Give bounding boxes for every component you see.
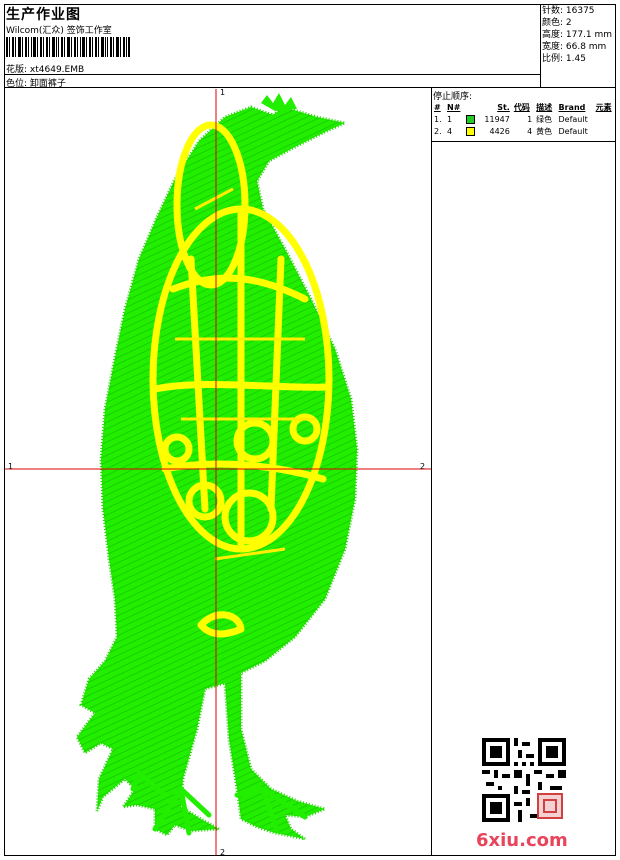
stop-sequence-table: # N# St. 代码 描述 Brand 元素 1. 1 11947 1 绿色 … [432, 101, 616, 137]
col-swatch [464, 101, 479, 113]
table-row: 1. 1 11947 1 绿色 Default [432, 113, 616, 125]
header-divider [4, 87, 616, 88]
col-needle: N# [447, 102, 461, 112]
row-needle: 4 [447, 126, 453, 136]
row-stitches: 4426 [489, 126, 510, 136]
pattern-value: xt4649.EMB [29, 65, 85, 75]
row-element [594, 125, 616, 137]
col-brand: Brand [558, 102, 586, 112]
colorway-row: 色位: 卸面裤子 [6, 76, 66, 89]
col-description: 描述 [536, 102, 553, 112]
row-index: 2. [434, 126, 442, 136]
pattern-divider [4, 74, 540, 75]
row-stitches: 11947 [484, 114, 510, 124]
stop-table-bottom [431, 141, 616, 142]
bird-crest [261, 93, 297, 111]
row-element [594, 113, 616, 125]
col-index: # [434, 102, 441, 112]
color-swatch [466, 126, 476, 136]
color-swatch [466, 114, 476, 124]
design-divider [431, 87, 432, 856]
axis-label-right: 2 [420, 462, 426, 471]
row-code: 1 [527, 114, 533, 124]
row-description: 绿色 [536, 114, 553, 124]
row-description: 黄色 [536, 126, 553, 136]
row-swatch [464, 125, 479, 137]
axis-label-left: 1 [8, 462, 14, 471]
page-title: 生产作业图 [6, 7, 81, 23]
pattern-row: 花版: xt4649.EMB [6, 62, 84, 75]
page-subtitle: Wilcom(汇众) 签饰工作室 [6, 26, 112, 36]
col-code: 代码 [513, 102, 530, 112]
row-brand: Default [558, 126, 588, 136]
stat-colors: 颜色: 2 [542, 18, 572, 28]
row-brand: Default [558, 114, 588, 124]
stat-stitches: 针数: 16375 [542, 6, 595, 16]
qr-code [482, 738, 566, 822]
table-row: 2. 4 4426 4 黄色 Default [432, 125, 616, 137]
col-element: 元素 [595, 102, 612, 112]
row-swatch [464, 113, 479, 125]
stats-panel: 针数: 16375 颜色: 2 高度: 177.1 mm 宽度: 66.8 mm… [542, 5, 612, 65]
colorway-value: 卸面裤子 [29, 79, 66, 89]
stats-divider [540, 4, 541, 88]
watermark: 6xiu.com [476, 830, 568, 851]
barcode [6, 37, 130, 57]
col-stitches: St. [497, 102, 510, 112]
axis-label-top: 1 [220, 88, 226, 97]
stat-height: 高度: 177.1 mm [542, 30, 613, 40]
colorway-label: 色位: [6, 79, 28, 89]
stat-scale: 比例: 1.45 [542, 54, 586, 64]
row-code: 4 [527, 126, 533, 136]
row-needle: 1 [447, 114, 453, 124]
axis-label-bottom: 2 [220, 848, 226, 857]
pattern-label: 花版: [6, 65, 28, 75]
stat-width: 宽度: 66.8 mm [542, 42, 607, 52]
row-index: 1. [434, 114, 442, 124]
stop-table-header: # N# St. 代码 描述 Brand 元素 [432, 101, 616, 113]
embroidery-design [5, 89, 431, 855]
